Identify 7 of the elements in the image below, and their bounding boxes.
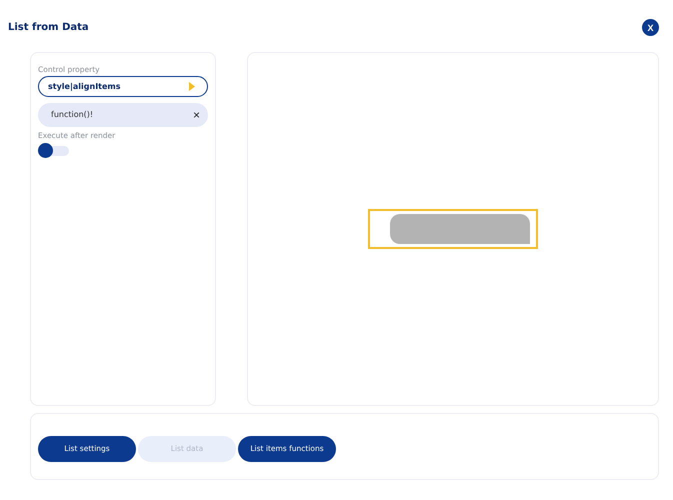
play-icon xyxy=(189,82,195,91)
property-field[interactable]: style|alignItems xyxy=(38,76,208,97)
window-title: List from Data xyxy=(8,22,89,34)
clear-button[interactable]: × xyxy=(190,108,202,121)
close-button[interactable]: X xyxy=(642,19,659,36)
function-field[interactable]: function()! × xyxy=(38,102,208,127)
toggle-switch[interactable] xyxy=(38,142,70,158)
